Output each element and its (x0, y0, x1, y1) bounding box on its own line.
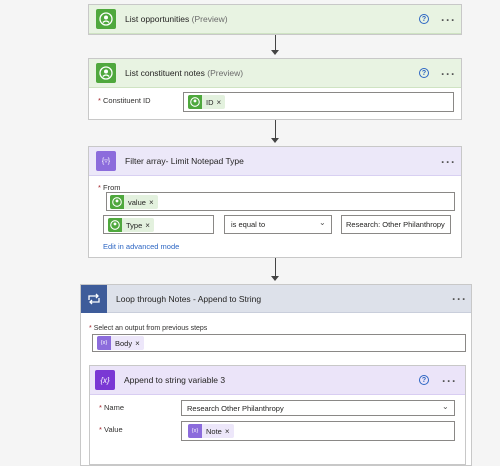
step-header[interactable]: List constituent notes (Preview) (89, 59, 461, 88)
step-list-constituent-notes[interactable]: List constituent notes (Preview) ? ··· *… (88, 58, 462, 120)
help-icon[interactable]: ? (419, 375, 429, 385)
variable-icon: {x} (95, 370, 115, 390)
chevron-down-icon[interactable]: ⌄ (442, 402, 449, 411)
token-label: Body (115, 338, 133, 348)
step-loop-through-notes[interactable]: Loop through Notes - Append to String ··… (80, 284, 472, 466)
value-label: * Value (99, 425, 123, 434)
help-icon[interactable]: ? (419, 14, 429, 24)
constituent-token-icon (110, 195, 124, 209)
step-append-to-string-variable[interactable]: {x} Append to string variable 3 ? ··· * … (89, 365, 466, 465)
edit-advanced-mode-link[interactable]: Edit in advanced mode (103, 242, 179, 251)
field-label-text: Name (104, 403, 125, 412)
remove-token-icon[interactable]: × (145, 221, 154, 230)
more-options-icon[interactable]: ··· (441, 156, 456, 168)
from-label: * From (98, 183, 121, 192)
step-header[interactable]: List opportunities (Preview) (89, 5, 461, 34)
more-options-icon[interactable]: ··· (452, 293, 467, 305)
remove-token-icon[interactable]: × (217, 98, 226, 107)
select-output-label: * Select an output from previous steps (89, 325, 207, 332)
name-value: Research Other Philanthropy (187, 404, 284, 413)
token-label: ID (206, 97, 214, 107)
more-options-icon[interactable]: ··· (441, 14, 456, 26)
variable-token-icon: {x} (97, 336, 111, 350)
dynamic-content-token[interactable]: Type × (108, 218, 154, 232)
step-header[interactable]: Loop through Notes - Append to String (81, 284, 471, 313)
dynamic-content-token[interactable]: {x} Body × (97, 336, 144, 350)
step-title: Filter array- Limit Notepad Type (125, 156, 244, 166)
constituent-token-icon (108, 218, 122, 232)
required-mark: * (89, 325, 92, 332)
token-label: Type (126, 220, 143, 230)
required-mark: * (98, 183, 101, 192)
connector-line (275, 258, 276, 277)
remove-token-icon[interactable]: × (135, 339, 144, 348)
name-select[interactable]: Research Other Philanthropy ⌄ (181, 400, 455, 416)
constituent-id-label: * Constituent ID (98, 96, 151, 105)
filter-array-icon: {▿} (96, 151, 116, 171)
help-icon[interactable]: ? (419, 68, 429, 78)
constituent-connector-icon (96, 9, 116, 29)
required-mark: * (99, 425, 102, 434)
variable-token-icon: {x} (188, 424, 202, 438)
remove-token-icon[interactable]: × (149, 198, 158, 207)
from-input[interactable]: value × (106, 192, 455, 211)
dynamic-content-token[interactable]: ID × (188, 95, 226, 109)
connector-arrow-icon (271, 138, 279, 143)
step-header[interactable]: {x} Append to string variable 3 (90, 366, 465, 395)
dynamic-content-token[interactable]: {x} Note × (188, 424, 234, 438)
constituent-connector-icon (96, 63, 116, 83)
more-options-icon[interactable]: ··· (441, 68, 456, 80)
connector-line (275, 120, 276, 139)
connector-arrow-icon (271, 276, 279, 281)
loop-icon (81, 284, 107, 313)
condition-left-input[interactable]: Type × (103, 215, 214, 234)
step-title: List constituent notes (Preview) (125, 68, 243, 78)
value-input[interactable]: {x} Note × (181, 421, 455, 441)
field-label-text: Constituent ID (103, 96, 151, 105)
dynamic-content-token[interactable]: value × (110, 195, 158, 209)
condition-right-input[interactable]: Research: Other Philanthropy (341, 215, 451, 234)
constituent-token-icon (188, 95, 202, 109)
connector-line (275, 35, 276, 51)
chevron-down-icon[interactable]: ⌄ (319, 218, 326, 227)
operator-value: is equal to (231, 220, 266, 229)
step-title: List opportunities (Preview) (125, 14, 228, 24)
name-label: * Name (99, 403, 124, 412)
remove-token-icon[interactable]: × (225, 427, 234, 436)
constituent-id-input[interactable]: ID × (183, 92, 454, 112)
select-output-input[interactable]: {x} Body × (92, 334, 466, 352)
step-title: Loop through Notes - Append to String (116, 293, 262, 304)
required-mark: * (99, 403, 102, 412)
step-filter-array[interactable]: {▿} Filter array- Limit Notepad Type ···… (88, 146, 462, 258)
token-label: Note (206, 426, 222, 436)
required-mark: * (98, 96, 101, 105)
condition-operator-select[interactable]: is equal to ⌄ (224, 215, 332, 234)
field-label-text: Select an output from previous steps (93, 325, 208, 332)
more-options-icon[interactable]: ··· (442, 375, 457, 387)
step-header[interactable]: {▿} Filter array- Limit Notepad Type (89, 147, 461, 176)
preview-badge: (Preview) (207, 68, 244, 78)
step-list-opportunities[interactable]: List opportunities (Preview) ? ··· (88, 4, 462, 35)
step-title-text: List constituent notes (125, 68, 205, 78)
field-label-text: From (103, 183, 121, 192)
preview-badge: (Preview) (191, 14, 228, 24)
connector-arrow-icon (271, 50, 279, 55)
condition-value: Research: Other Philanthropy (346, 220, 445, 229)
step-title: Append to string variable 3 (124, 375, 226, 385)
field-label-text: Value (104, 425, 123, 434)
token-label: value (128, 197, 146, 207)
step-title-text: List opportunities (125, 14, 190, 24)
